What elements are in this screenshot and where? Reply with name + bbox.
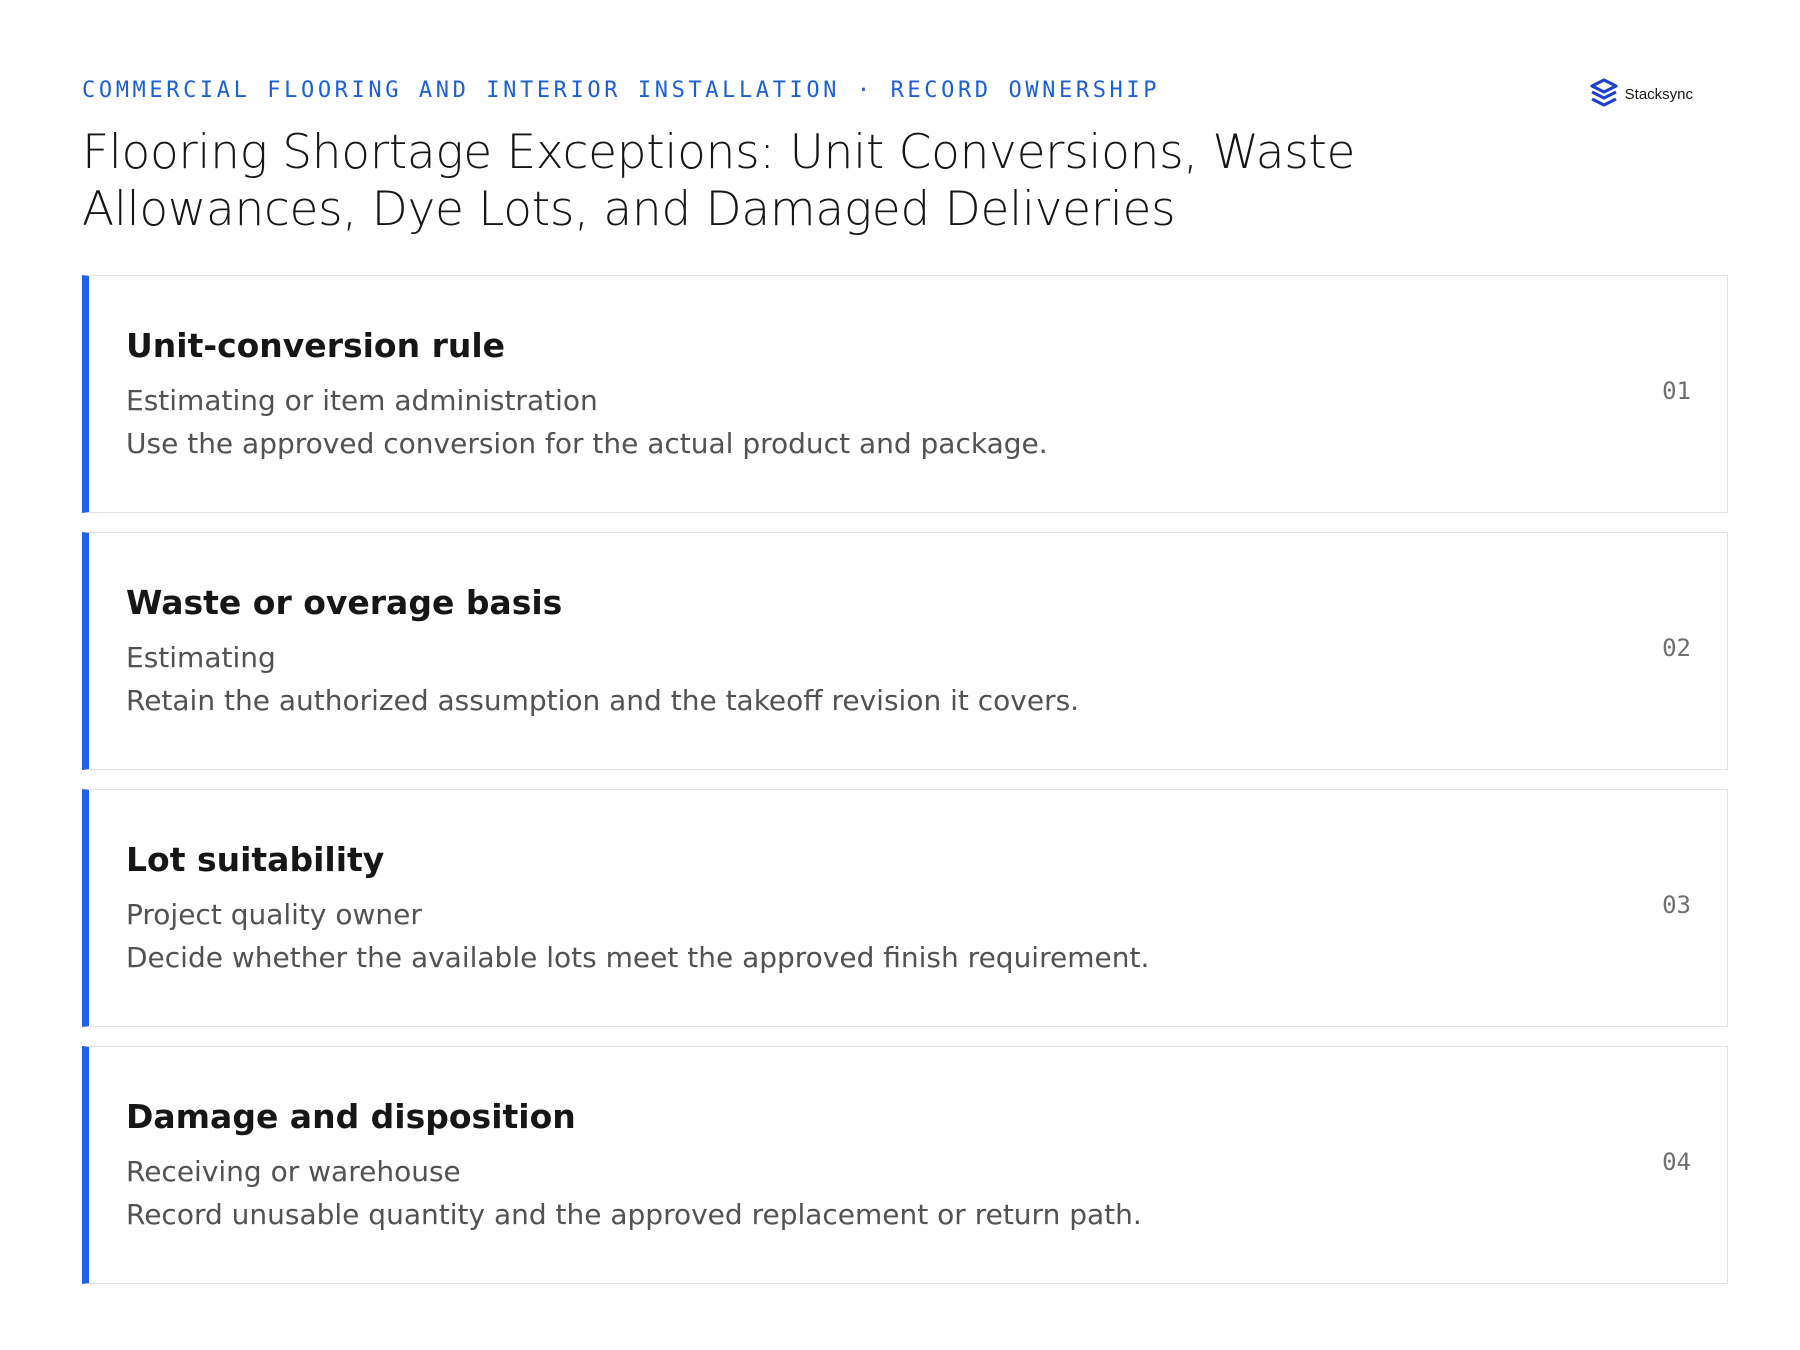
row-title: Unit-conversion rule xyxy=(126,326,506,365)
row-title: Damage and disposition xyxy=(126,1097,576,1136)
row-number: 01 xyxy=(1662,377,1691,405)
list-item: Damage and disposition Receiving or ware… xyxy=(82,1046,1728,1284)
brand-logo: Stacksync xyxy=(1589,78,1693,110)
row-title: Lot suitability xyxy=(126,840,385,879)
row-description: Record unusable quantity and the approve… xyxy=(126,1198,1142,1231)
row-owner: Estimating xyxy=(126,641,276,674)
row-owner: Estimating or item administration xyxy=(126,384,598,417)
row-title: Waste or overage basis xyxy=(126,583,563,622)
row-description: Retain the authorized assumption and the… xyxy=(126,684,1080,717)
page: COMMERCIAL FLOORING AND INTERIOR INSTALL… xyxy=(82,0,1728,1350)
brand-name: Stacksync xyxy=(1624,85,1693,103)
eyebrow-label: COMMERCIAL FLOORING AND INTERIOR INSTALL… xyxy=(82,78,1161,103)
row-number: 04 xyxy=(1662,1148,1691,1176)
page-title: Flooring Shortage Exceptions: Unit Conve… xyxy=(82,125,1356,237)
row-description: Use the approved conversion for the actu… xyxy=(126,427,1048,460)
list-item: Unit-conversion rule Estimating or item … xyxy=(82,275,1728,513)
row-owner: Project quality owner xyxy=(126,898,422,931)
list-item: Waste or overage basis Estimating Retain… xyxy=(82,532,1728,770)
list-item: Lot suitability Project quality owner De… xyxy=(82,789,1728,1027)
row-owner: Receiving or warehouse xyxy=(126,1155,461,1188)
row-description: Decide whether the available lots meet t… xyxy=(126,941,1150,974)
row-number: 02 xyxy=(1662,634,1691,662)
stacksync-logo-icon xyxy=(1590,78,1618,107)
ownership-list: Unit-conversion rule Estimating or item … xyxy=(82,275,1728,1303)
row-number: 03 xyxy=(1662,891,1691,919)
